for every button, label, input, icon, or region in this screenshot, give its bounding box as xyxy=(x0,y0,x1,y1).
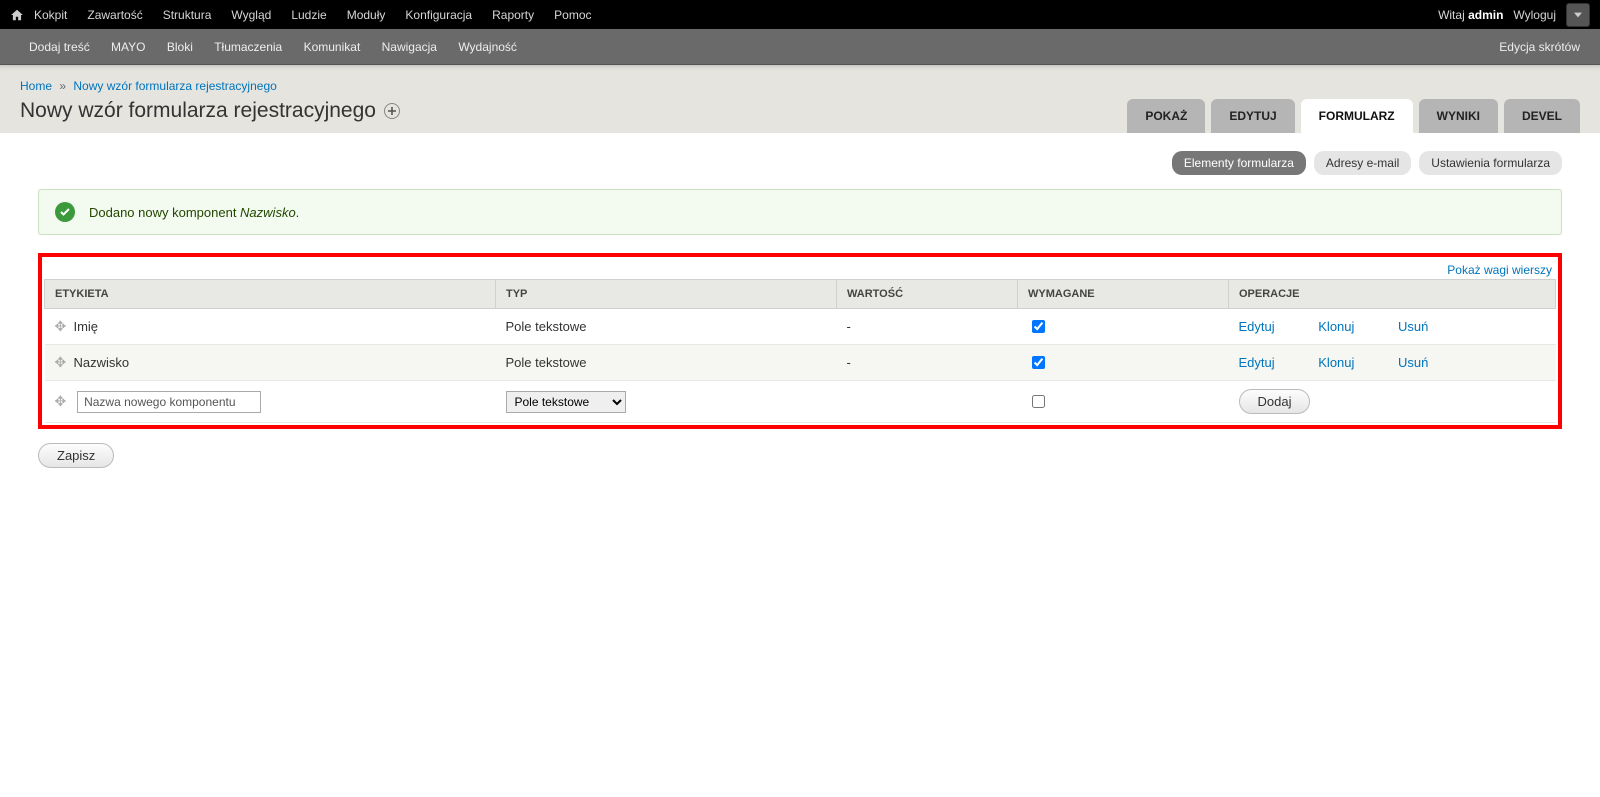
new-component-type-select[interactable]: Pole tekstowe xyxy=(506,391,626,413)
required-checkbox[interactable] xyxy=(1032,320,1045,333)
breadcrumb: Home » Nowy wzór formularza rejestracyjn… xyxy=(20,75,1580,97)
primary-tabs: POKAŻ EDYTUJ FORMULARZ WYNIKI DEVEL xyxy=(1127,99,1580,133)
op-delete-link[interactable]: Usuń xyxy=(1398,319,1428,334)
shortcut-item[interactable]: Wydajność xyxy=(449,40,526,54)
top-menu-items: Kokpit Zawartość Struktura Wygląd Ludzie… xyxy=(24,8,602,22)
top-menu-item[interactable]: Wygląd xyxy=(221,8,281,22)
drag-handle-icon[interactable]: ✥ xyxy=(55,318,67,334)
welcome-text: Witaj admin xyxy=(1438,8,1503,22)
op-edit-link[interactable]: Edytuj xyxy=(1239,319,1275,334)
row-label: Nazwisko xyxy=(73,355,129,370)
col-type: TYP xyxy=(496,280,837,309)
col-ops: OPERACJE xyxy=(1229,280,1556,309)
row-value: - xyxy=(837,345,1018,381)
check-icon xyxy=(55,202,75,222)
top-menu-item[interactable]: Raporty xyxy=(482,8,544,22)
status-text: Dodano nowy komponent Nazwisko. xyxy=(89,205,299,220)
page-title: Nowy wzór formularza rejestracyjnego xyxy=(20,99,400,123)
subtab-emails[interactable]: Adresy e-mail xyxy=(1314,151,1411,175)
admin-top-menu: Kokpit Zawartość Struktura Wygląd Ludzie… xyxy=(0,0,1600,29)
save-button[interactable]: Zapisz xyxy=(38,443,114,468)
top-menu-item[interactable]: Struktura xyxy=(153,8,222,22)
row-value: - xyxy=(837,309,1018,345)
op-edit-link[interactable]: Edytuj xyxy=(1239,355,1275,370)
col-label: ETYKIETA xyxy=(45,280,496,309)
shortcut-item[interactable]: MAYO xyxy=(102,40,154,54)
shortcut-item[interactable]: Komunikat xyxy=(295,40,370,54)
op-clone-link[interactable]: Klonuj xyxy=(1318,355,1354,370)
shortcut-item[interactable]: Bloki xyxy=(158,40,202,54)
required-checkbox[interactable] xyxy=(1032,395,1045,408)
status-message: Dodano nowy komponent Nazwisko. xyxy=(38,189,1562,235)
new-component-name-input[interactable] xyxy=(77,391,261,413)
top-menu-item[interactable]: Zawartość xyxy=(77,8,152,22)
logout-link[interactable]: Wyloguj xyxy=(1513,8,1556,22)
tab-results[interactable]: WYNIKI xyxy=(1419,99,1498,133)
top-menu-item[interactable]: Moduły xyxy=(337,8,396,22)
drag-handle-icon[interactable]: ✥ xyxy=(55,354,67,370)
breadcrumb-home[interactable]: Home xyxy=(20,79,52,93)
row-type: Pole tekstowe xyxy=(496,309,837,345)
subtab-components[interactable]: Elementy formularza xyxy=(1172,151,1306,175)
component-row: ✥ Nazwisko Pole tekstowe - Edytuj Klonuj… xyxy=(45,345,1556,381)
tab-edit[interactable]: EDYTUJ xyxy=(1211,99,1294,133)
breadcrumb-separator: » xyxy=(55,79,70,93)
row-label: Imię xyxy=(73,319,98,334)
tab-devel[interactable]: DEVEL xyxy=(1504,99,1580,133)
new-component-row: ✥ Pole tekstowe Dodaj xyxy=(45,381,1556,423)
add-shortcut-icon[interactable] xyxy=(384,103,400,119)
tab-form[interactable]: FORMULARZ xyxy=(1301,99,1413,133)
subtab-settings[interactable]: Ustawienia formularza xyxy=(1419,151,1562,175)
components-highlight-box: Pokaż wagi wierszy ETYKIETA TYP WARTOŚĆ … xyxy=(38,253,1562,429)
op-delete-link[interactable]: Usuń xyxy=(1398,355,1428,370)
tab-view[interactable]: POKAŻ xyxy=(1127,99,1205,133)
shortcut-item[interactable]: Dodaj treść xyxy=(20,40,99,54)
top-dropdown-toggle[interactable] xyxy=(1566,3,1590,27)
save-row: Zapisz xyxy=(38,443,1562,468)
home-icon[interactable] xyxy=(10,8,24,22)
shortcut-item[interactable]: Tłumaczenia xyxy=(205,40,291,54)
breadcrumb-current[interactable]: Nowy wzór formularza rejestracyjnego xyxy=(73,79,276,93)
secondary-tabs: Elementy formularza Adresy e-mail Ustawi… xyxy=(38,151,1562,175)
shortcut-bar: Dodaj treść MAYO Bloki Tłumaczenia Komun… xyxy=(0,29,1600,65)
title-bar: Nowy wzór formularza rejestracyjnego POK… xyxy=(20,97,1580,133)
shortcut-items: Dodaj treść MAYO Bloki Tłumaczenia Komun… xyxy=(20,40,526,54)
col-value: WARTOŚĆ xyxy=(837,280,1018,309)
top-user-block: Witaj admin Wyloguj xyxy=(1438,3,1590,27)
content-region: Elementy formularza Adresy e-mail Ustawi… xyxy=(0,133,1600,486)
page-title-text: Nowy wzór formularza rejestracyjnego xyxy=(20,99,376,123)
row-type: Pole tekstowe xyxy=(496,345,837,381)
op-clone-link[interactable]: Klonuj xyxy=(1318,319,1354,334)
drag-handle-icon[interactable]: ✥ xyxy=(55,393,67,409)
add-component-button[interactable]: Dodaj xyxy=(1239,389,1311,414)
components-table: ETYKIETA TYP WARTOŚĆ WYMAGANE OPERACJE ✥… xyxy=(44,279,1556,423)
top-menu-item[interactable]: Kokpit xyxy=(24,8,77,22)
required-checkbox[interactable] xyxy=(1032,356,1045,369)
col-required: WYMAGANE xyxy=(1018,280,1229,309)
edit-shortcuts-link[interactable]: Edycja skrótów xyxy=(1499,40,1580,54)
top-menu-item[interactable]: Konfiguracja xyxy=(395,8,482,22)
header-region: Home » Nowy wzór formularza rejestracyjn… xyxy=(0,65,1600,133)
component-row: ✥ Imię Pole tekstowe - Edytuj Klonuj Usu… xyxy=(45,309,1556,345)
toggle-row-weights-link[interactable]: Pokaż wagi wierszy xyxy=(1447,263,1552,277)
top-menu-item[interactable]: Pomoc xyxy=(544,8,601,22)
top-menu-item[interactable]: Ludzie xyxy=(281,8,336,22)
shortcut-item[interactable]: Nawigacja xyxy=(373,40,446,54)
